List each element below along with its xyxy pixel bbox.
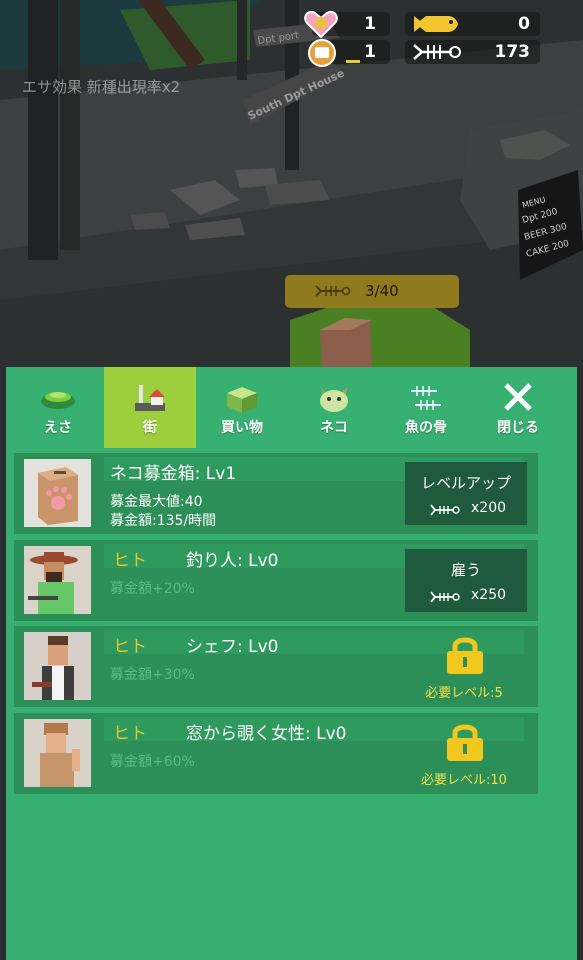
- tab-label: 閉じる: [497, 420, 539, 436]
- fisherman-portrait: [24, 546, 91, 614]
- level-badge-icon: [308, 39, 336, 67]
- shopping-box-icon: [227, 387, 257, 413]
- button-label: 雇う: [450, 561, 481, 579]
- level-count: 1: [364, 42, 376, 62]
- woman-avatar: [24, 719, 91, 787]
- tab-label: えさ: [44, 420, 72, 436]
- fish-bone-icon: [430, 504, 460, 516]
- cat-face-icon: [320, 387, 348, 412]
- donation-box-portrait: [24, 459, 91, 527]
- fish-count: 0: [518, 14, 530, 34]
- row-stat: 募金額+60%: [110, 754, 195, 770]
- row-title: ネコ募金箱: Lv1: [110, 464, 237, 484]
- chef-portrait: [24, 632, 91, 700]
- list-item-window-woman: ヒト 窓から覗く女性: Lv0 募金額+60% 必要レベル:10: [14, 713, 538, 794]
- button-label: レベルアップ: [420, 474, 511, 492]
- tab-cat[interactable]: ネコ: [288, 367, 380, 448]
- fish-bone-icon: [413, 44, 461, 60]
- lock-icon: [447, 637, 483, 674]
- row-stat: 募金額+20%: [110, 581, 195, 597]
- tab-label: ネコ: [320, 420, 348, 436]
- cost-label: x200: [471, 500, 507, 516]
- fisherman-avatar: [24, 546, 91, 614]
- lock-icon: [447, 724, 483, 761]
- bones-count: 173: [494, 42, 531, 62]
- heart-icon: [304, 11, 338, 39]
- row-stat: 募金額:135/時間: [110, 513, 217, 529]
- tab-town[interactable]: 街: [104, 367, 196, 448]
- cost-label: x250: [471, 587, 507, 603]
- row-stat: 募金額+30%: [110, 667, 195, 683]
- chef-avatar: [24, 632, 91, 700]
- donation-progress[interactable]: 3/40: [285, 275, 459, 308]
- list-item-donation-box: ネコ募金箱: Lv1 募金最大値:40 募金額:135/時間 レベルアップ x2…: [14, 453, 538, 534]
- row-kind: ヒト: [113, 637, 147, 657]
- buff-status-text: エサ効果 新種出現率x2: [22, 78, 181, 96]
- close-button[interactable]: 閉じる: [472, 367, 564, 448]
- row-stat: 募金最大値:40: [110, 494, 203, 510]
- list-item-chef: ヒト シェフ: Lv0 募金額+30% 必要レベル:5: [14, 626, 538, 707]
- tab-shop[interactable]: 買い物: [196, 367, 288, 448]
- row-title: 釣り人: Lv0: [186, 551, 279, 571]
- level-requirement: 必要レベル:5: [425, 686, 503, 701]
- town-icon: [135, 385, 165, 411]
- level-xp-bar: [346, 60, 360, 63]
- fish-bone-icon: [315, 285, 351, 297]
- level-requirement: 必要レベル:10: [421, 773, 507, 788]
- close-icon: [504, 383, 532, 411]
- fish-bone-icon: [430, 591, 460, 603]
- fish-bones-icon: [411, 386, 441, 410]
- tab-label: 魚の骨: [405, 420, 447, 436]
- tab-label: 街: [143, 420, 157, 436]
- row-title: シェフ: Lv0: [186, 637, 279, 657]
- hire-button[interactable]: 雇う x250: [405, 549, 527, 612]
- tab-label: 買い物: [221, 420, 263, 436]
- fish-icon: [414, 16, 458, 32]
- progress-count: 3/40: [365, 282, 399, 300]
- town-menu-panel: えさ 街 買い物 ネコ 魚の骨 閉じる ネコ募金箱: Lv1 募金最大値:40 …: [6, 367, 577, 960]
- list-item-fisherman: ヒト 釣り人: Lv0 募金額+20% 雇う x250: [14, 540, 538, 621]
- paw-box-icon: [38, 467, 78, 525]
- row-title: 窓から覗く女性: Lv0: [186, 724, 347, 744]
- level-up-button[interactable]: レベルアップ x200: [405, 462, 527, 525]
- game-scene[interactable]: Dpt port South Dpt House MENU Dpt 200 BE…: [0, 0, 583, 368]
- row-kind: ヒト: [113, 724, 147, 744]
- tab-fish-bones[interactable]: 魚の骨: [380, 367, 472, 448]
- row-kind: ヒト: [113, 551, 147, 571]
- tab-food[interactable]: えさ: [12, 367, 104, 448]
- food-bowl-icon: [41, 392, 75, 409]
- hearts-count: 1: [364, 14, 376, 34]
- woman-portrait: [24, 719, 91, 787]
